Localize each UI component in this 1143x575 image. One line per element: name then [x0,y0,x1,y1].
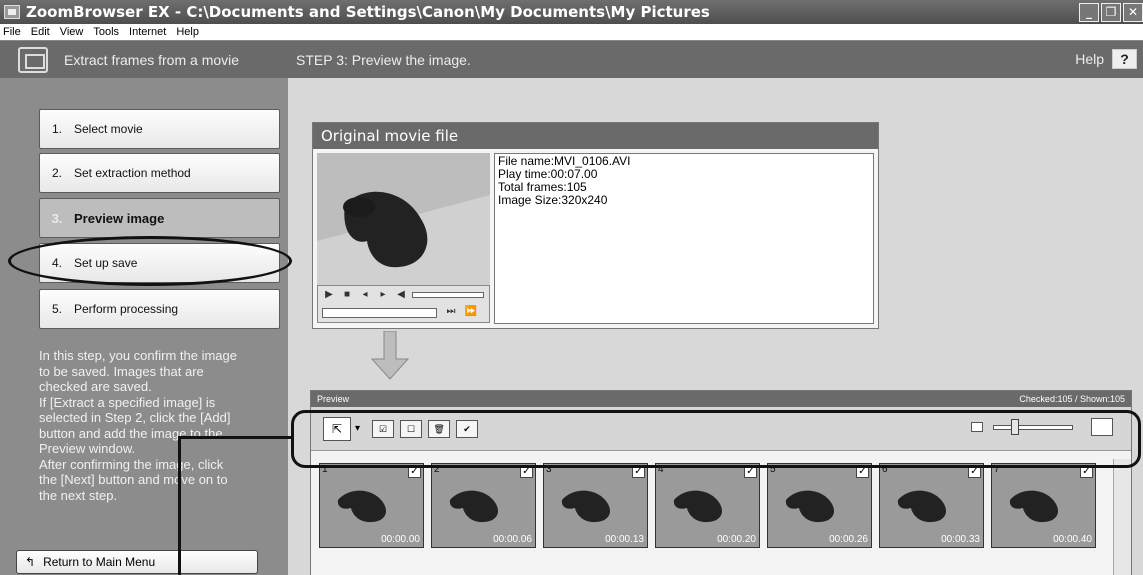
close-button[interactable]: ✕ [1123,3,1143,22]
main-header: STEP 3: Preview the image. Help ? [288,41,1143,78]
menu-tools[interactable]: Tools [93,26,119,38]
step-title: STEP 3: Preview the image. [296,51,471,68]
ferret-thumbnail-icon [673,490,723,523]
stop-icon[interactable]: ■ [340,289,354,301]
menu-file[interactable]: File [3,26,21,38]
extract-frames-icon [18,46,48,73]
restore-button[interactable]: ❐ [1101,3,1121,22]
sidebar-title: Extract frames from a movie [64,51,240,68]
toolbar-callout-box [291,410,1141,468]
thumbnail-scrollbar[interactable] [1113,459,1131,575]
frame-thumbnail[interactable]: 4 ✓ 00:00.20 [655,463,760,548]
main-panel: STEP 3: Preview the image. Help ? Origin… [288,41,1143,575]
step-select-movie[interactable]: 1. Select movie [39,109,280,149]
preview-status: Checked:105 / Shown:105 [1019,394,1125,404]
ferret-thumbnail-icon [785,490,835,523]
app-icon [4,5,20,19]
zoombrowser-window: ZoomBrowser EX - C:\Documents and Settin… [0,0,1143,575]
volume-slider[interactable] [412,292,484,298]
sidebar-header: Extract frames from a movie [0,41,288,78]
step-4-highlight-ellipse [8,236,292,286]
original-movie-title: Original movie file [313,123,878,149]
movie-controls: ▶ ■ ◂ ▸ ◀ ⏭ ⏩ [317,285,490,323]
frame-thumbnail[interactable]: 3 ✓ 00:00.13 [543,463,648,548]
original-movie-panel: Original movie file ▶ ■ ◂ ▸ ◀ ⏭ ⏩ File n… [312,122,879,329]
return-arrow-icon: ↰ [25,555,36,569]
frame-thumbnail[interactable]: 6 ✓ 00:00.33 [879,463,984,548]
minimize-button[interactable]: _ [1079,3,1099,22]
menu-bar: File Edit View Tools Internet Help [0,24,1143,41]
ferret-thumbnail-icon [561,490,611,523]
window-title: ZoomBrowser EX - C:\Documents and Settin… [26,3,710,21]
ferret-thumbnail-icon [449,490,499,523]
step-set-extraction-method[interactable]: 2. Set extraction method [39,153,280,193]
volume-icon[interactable]: ◀ [394,289,408,301]
menu-help[interactable]: Help [176,26,199,38]
movie-preview-image [317,153,490,285]
menu-view[interactable]: View [60,26,84,38]
movie-file-info: File name:MVI_0106.AVI Play time:00:07.0… [494,153,874,324]
sidebar: Extract frames from a movie 1. Select mov… [0,41,288,575]
callout-leader-horizontal [178,436,291,439]
help-label: Help [1075,51,1104,67]
preview-header: Preview Checked:105 / Shown:105 [311,391,1131,407]
down-arrow-icon [370,331,410,380]
step-preview-image[interactable]: 3. Preview image [39,198,280,238]
help-area[interactable]: Help ? [1075,49,1137,69]
frame-thumbnail[interactable]: 7 ✓ 00:00.40 [991,463,1096,548]
play-icon[interactable]: ▶ [322,289,336,301]
next-frame-icon[interactable]: ⏭ [444,306,458,318]
callout-leader-vertical [178,436,181,575]
ferret-picture [317,153,490,285]
menu-internet[interactable]: Internet [129,26,166,38]
frame-thumbnail[interactable]: 1 ✓ 00:00.00 [319,463,424,548]
step-back-icon[interactable]: ◂ [358,289,372,301]
menu-edit[interactable]: Edit [31,26,50,38]
step-instructions: In this step, you confirm the image to b… [39,348,237,503]
preview-title: Preview [317,394,350,404]
return-to-main-menu-button[interactable]: ↰ Return to Main Menu [16,550,258,574]
thumbnail-strip: 1 ✓ 00:00.00 2 ✓ 00:00.06 3 ✓ 00:00.13 4… [311,459,1131,575]
ferret-thumbnail-icon [897,490,947,523]
step-perform-processing[interactable]: 5. Perform processing [39,289,280,329]
fast-forward-icon[interactable]: ⏩ [464,306,478,318]
ferret-thumbnail-icon [1009,490,1059,523]
frame-thumbnail[interactable]: 2 ✓ 00:00.06 [431,463,536,548]
step-forward-icon[interactable]: ▸ [376,289,390,301]
title-bar: ZoomBrowser EX - C:\Documents and Settin… [0,0,1143,24]
frame-thumbnail[interactable]: 5 ✓ 00:00.26 [767,463,872,548]
ferret-thumbnail-icon [337,490,387,523]
movie-position-slider[interactable] [322,308,437,318]
help-icon[interactable]: ? [1112,49,1137,69]
